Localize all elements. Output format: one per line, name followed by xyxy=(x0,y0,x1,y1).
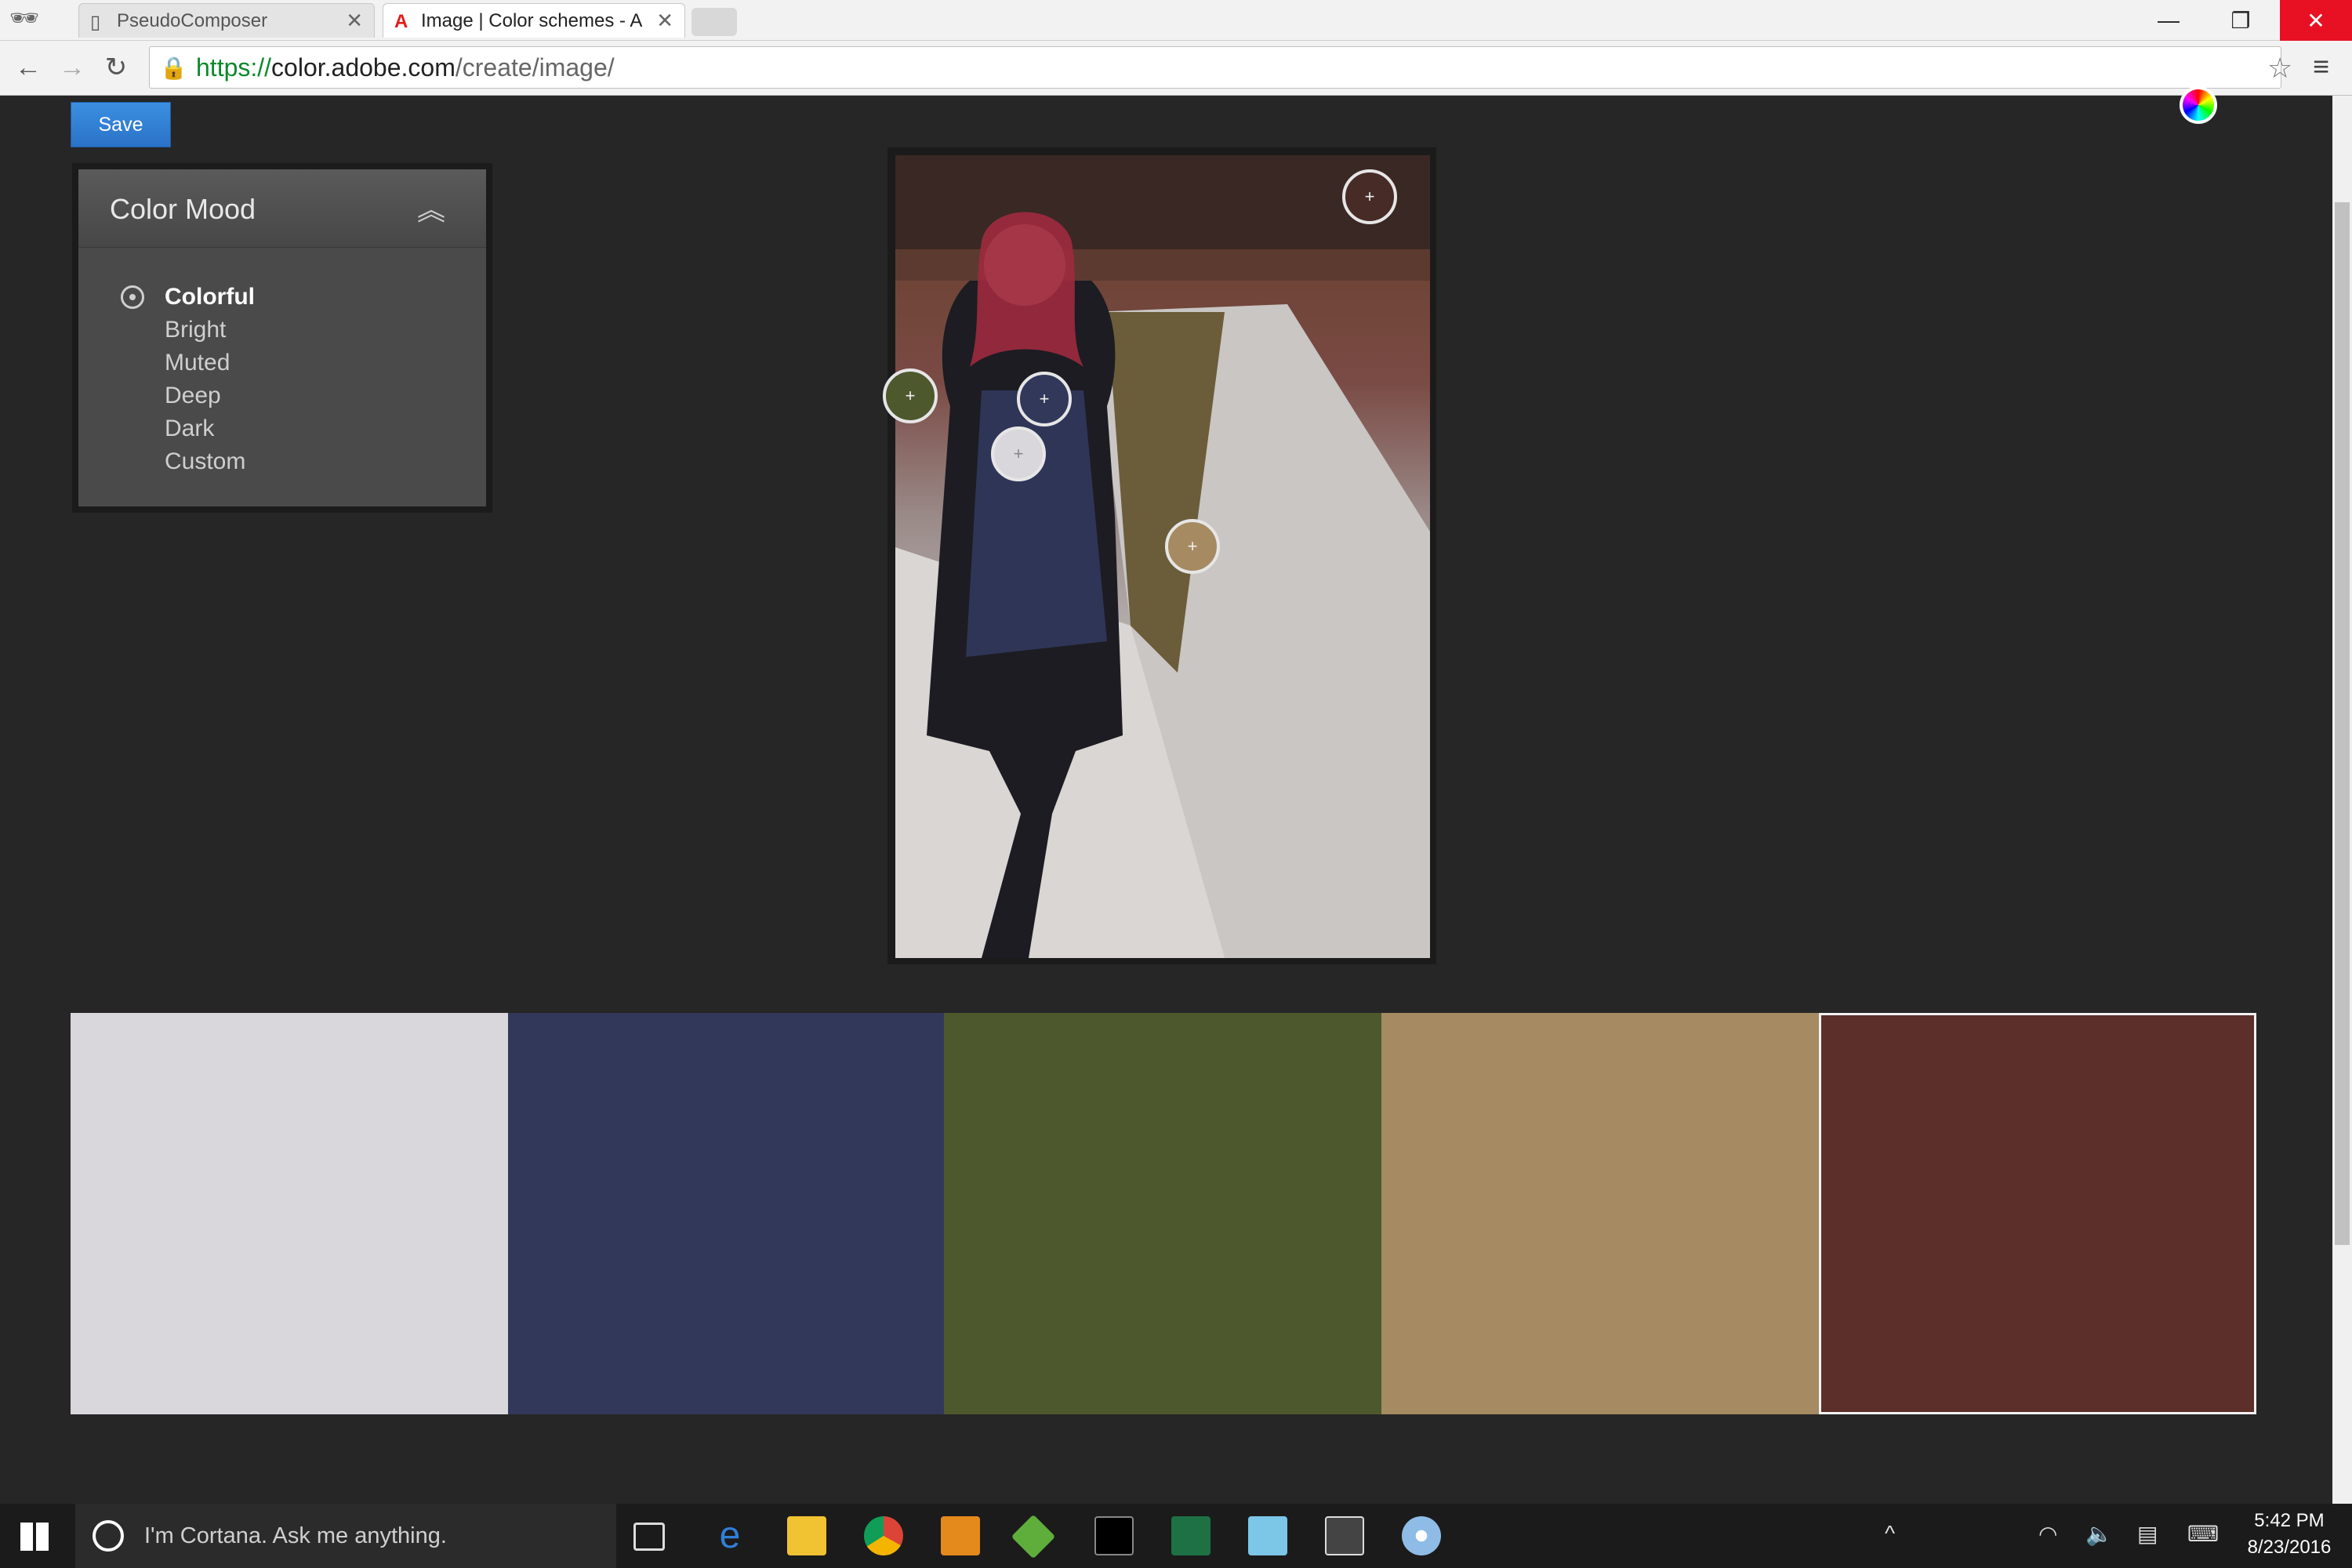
palette-swatch[interactable] xyxy=(71,1013,508,1414)
sublime-text-icon[interactable] xyxy=(941,1516,980,1555)
paint-3d-icon[interactable] xyxy=(1248,1516,1287,1555)
color-picker-handle[interactable]: + xyxy=(883,368,938,423)
mood-option-colorful[interactable]: Colorful xyxy=(165,281,255,314)
menu-icon[interactable]: ≡ xyxy=(2313,50,2329,83)
cortana-search-box[interactable]: I'm Cortana. Ask me anything. xyxy=(75,1504,616,1568)
color-picker-handle[interactable]: + xyxy=(1342,169,1397,224)
color-picker-handle[interactable]: + xyxy=(1017,372,1072,426)
forward-button[interactable]: → xyxy=(55,50,89,85)
restore-button[interactable]: ❐ xyxy=(2205,0,2277,41)
page-icon: ▯ xyxy=(90,11,101,33)
bookmark-star-icon[interactable]: ☆ xyxy=(2267,52,2292,85)
search-placeholder: I'm Cortana. Ask me anything. xyxy=(144,1523,447,1548)
paint-icon[interactable] xyxy=(1402,1516,1441,1555)
clock-date[interactable]: 8/23/2016 xyxy=(2242,1537,2336,1559)
palette-swatch[interactable] xyxy=(944,1013,1381,1414)
reload-button[interactable]: ↻ xyxy=(99,50,133,85)
source-photo xyxy=(895,155,1430,958)
close-icon[interactable]: ✕ xyxy=(656,9,673,33)
color-mood-title: Color Mood xyxy=(110,193,256,225)
minimize-button[interactable]: — xyxy=(2132,0,2205,41)
mood-option-custom[interactable]: Custom xyxy=(165,445,245,478)
palette-swatch-selected[interactable] xyxy=(1819,1013,2256,1414)
windows-start-icon[interactable] xyxy=(20,1523,49,1551)
tab-label: Image | Color schemes - A xyxy=(421,9,643,31)
scrollbar-thumb[interactable] xyxy=(2335,202,2350,1245)
excel-icon[interactable] xyxy=(1171,1516,1210,1555)
new-tab-button[interactable] xyxy=(691,8,737,36)
tab-pseudocomposer[interactable]: ▯ PseudoComposer ✕ xyxy=(78,3,375,38)
color-picker-handle[interactable]: + xyxy=(991,426,1046,481)
url-text[interactable]: https://color.adobe.com/create/image/ xyxy=(196,52,615,83)
lock-icon: 🔒 xyxy=(160,56,187,80)
mood-option-deep[interactable]: Deep xyxy=(165,379,221,412)
collapse-chevron-icon[interactable]: ︽ xyxy=(417,196,445,224)
tab-adobe-color[interactable]: A Image | Color schemes - A ✕ xyxy=(383,3,685,38)
mood-option-dark[interactable]: Dark xyxy=(165,412,214,445)
window-close-button[interactable]: ✕ xyxy=(2280,0,2352,41)
cortana-icon xyxy=(93,1520,124,1552)
selected-radio-icon[interactable] xyxy=(121,285,144,309)
palette-swatch[interactable] xyxy=(1381,1013,1819,1414)
volume-icon[interactable]: 🔈 xyxy=(2085,1521,2113,1547)
action-center-icon[interactable]: ▤ xyxy=(2137,1521,2158,1547)
mood-option-bright[interactable]: Bright xyxy=(165,314,226,347)
back-button[interactable]: ← xyxy=(11,50,45,85)
calculator-icon[interactable] xyxy=(1325,1516,1364,1555)
palette-swatch[interactable] xyxy=(508,1013,946,1414)
chrome-icon[interactable] xyxy=(864,1516,903,1555)
network-icon[interactable]: ◠ xyxy=(2038,1521,2057,1547)
color-picker-handle[interactable]: + xyxy=(1165,519,1220,574)
show-hidden-icons-chevron[interactable]: ^ xyxy=(1885,1521,1895,1546)
keyboard-icon[interactable]: ⌨ xyxy=(2187,1521,2219,1547)
clock-time[interactable]: 5:42 PM xyxy=(2242,1510,2336,1532)
command-prompt-icon[interactable] xyxy=(1094,1516,1134,1555)
file-explorer-icon[interactable] xyxy=(787,1516,826,1555)
edge-icon[interactable]: e xyxy=(710,1516,750,1555)
tab-label: PseudoComposer xyxy=(117,9,268,31)
save-button[interactable]: Save xyxy=(71,102,171,147)
close-icon[interactable]: ✕ xyxy=(346,9,363,33)
color-wheel-icon[interactable] xyxy=(2180,86,2217,124)
mood-option-muted[interactable]: Muted xyxy=(165,347,230,379)
incognito-icon: 🕶 xyxy=(9,5,40,31)
adobe-logo-icon: A xyxy=(394,10,408,32)
task-view-icon[interactable] xyxy=(633,1523,665,1551)
